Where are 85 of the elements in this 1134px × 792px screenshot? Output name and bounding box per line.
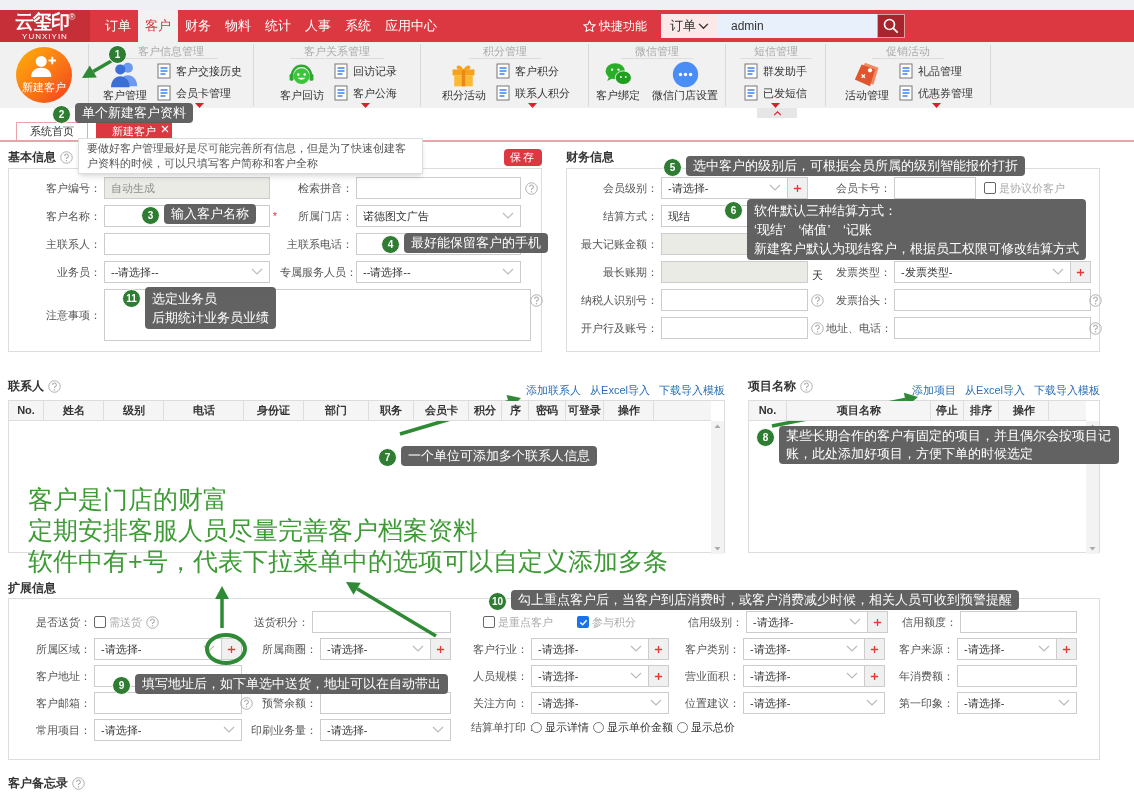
section-title: 基本信息 (8, 149, 56, 166)
annotation-tooltip: 一个单位可添加多个联系人信息 (401, 446, 597, 466)
field-label: 结算单打印： (471, 720, 531, 735)
annotation-tooltip: 填写地址后，如下单选中送货，地址可以在自动带出 (135, 674, 448, 694)
field-label: 位置建议： (684, 695, 741, 711)
required-mark: * (272, 208, 278, 224)
section-title: 联系人 (8, 378, 44, 395)
group-title: 客户关系管理 (290, 45, 384, 59)
note-text: 客户是门店的财富 (28, 484, 229, 515)
tooltip-line: 选定业务员 (152, 290, 218, 308)
step-badge: 5 (663, 158, 682, 177)
field-label: 会员卡号： (835, 180, 892, 196)
field-label: 是否送货： (35, 614, 92, 630)
field-label: 检索拼音： (297, 180, 354, 196)
tooltip-line: 软件默认三种结算方式： (754, 202, 898, 220)
section-title: 客户备忘录 (8, 775, 68, 792)
tooltip-line: ‘现结’ ‘储值’ ‘记账 (754, 221, 873, 239)
field-label: 年消费额： (898, 668, 955, 684)
field-label: 客户类别： (684, 641, 741, 657)
annotation-tooltip: 某些长期合作的客户有固定的项目，并且偶尔会按项目记账，此处添加好项目，方便下单的时候选定 (779, 426, 1119, 464)
registered-mark: ® (68, 11, 76, 22)
field-label: 最大记账金额： (580, 236, 659, 252)
tooltip: 要做好客户管理最好是尽可能完善所有信息，但是为了快速创建客户资料的时候，可以只填写客户简称和客户全称 (78, 138, 423, 174)
radio-label: 显示单价金额 (607, 720, 673, 735)
annotation-tooltip: 勾上重点客户后，当客户到店消费时，或客户消费减少时候，相关人员可收到预警提醒 (511, 590, 1019, 610)
step-badge: 7 (378, 448, 397, 467)
field-label: 所属区域： (35, 641, 92, 657)
radio-label: 显示总价 (691, 720, 735, 735)
field-label: 信用级别： (687, 614, 744, 630)
field-label: 发票抬头： (835, 292, 892, 308)
field-label: 客户名称： (45, 208, 102, 224)
field-label: 所属商圈： (261, 641, 318, 657)
field-label: 信用额度： (901, 614, 958, 630)
field-label: 纳税人识别号： (580, 292, 659, 308)
annotation-tooltip: 最好能保留客户的手机 (404, 233, 548, 253)
note-text: 软件中有+号，代表下拉菜单中的选项可以自定义添加多条 (28, 546, 668, 577)
field-label: 业务员： (56, 264, 102, 280)
section-title: 财务信息 (566, 149, 614, 166)
checkbox-label: 需送货 (109, 614, 142, 630)
group-title: 积分管理 (468, 45, 541, 59)
field-label: 第一印象： (898, 695, 955, 711)
group-title: 短信管理 (739, 45, 812, 59)
annotation-tooltip: 单个新建客户资料 (75, 103, 193, 123)
step-badge: 8 (756, 428, 775, 447)
field-label: 客户行业： (472, 641, 529, 657)
field-label: 会员级别： (602, 180, 659, 196)
unit-label: 天 (811, 267, 823, 283)
field-label: 人员规模： (472, 668, 529, 684)
checkbox-label: 参与积分 (592, 614, 636, 630)
logo-subtitle: YUNXIYIN (22, 31, 68, 41)
step-badge: 10 (488, 592, 507, 611)
section-title: 项目名称 (748, 378, 796, 395)
field-label: 印刷业务量： (250, 722, 318, 738)
field-label: 开户行及账号： (580, 320, 659, 336)
section-title: 扩展信息 (8, 580, 56, 597)
field-label: 主联系电话： (286, 236, 354, 252)
field-label: 注意事项： (45, 307, 102, 323)
annotation-tooltip: 输入客户名称 (164, 204, 256, 224)
field-label: 结算方式： (602, 208, 659, 224)
tooltip-line: 后期统计业务员业绩 (152, 309, 269, 327)
field-label: 营业面积： (684, 668, 741, 684)
field-label: 预警余额： (261, 695, 318, 711)
checkbox-label: 是协议价客户 (999, 180, 1065, 196)
field-label: 专属服务人员： (280, 264, 356, 280)
field-label: 常用项目： (35, 722, 92, 738)
field-label: 地址、电话： (826, 320, 893, 336)
radio-label: 显示详情 (545, 720, 589, 735)
field-label: 最长账期： (602, 264, 659, 280)
group-title: 促销活动 (872, 45, 944, 59)
field-label: 所属门店： (297, 208, 354, 224)
field-label: 主联系人： (45, 236, 102, 252)
logo-text: 云玺印 (14, 11, 69, 32)
checkbox-label: 是重点客户 (498, 614, 553, 630)
group-title: 微信管理 (621, 45, 693, 59)
field-label: 发票类型： (835, 264, 892, 280)
field-label: 客户地址： (35, 668, 92, 684)
field-label: 关注方向： (472, 695, 529, 711)
field-label: 客户邮箱： (35, 695, 92, 711)
field-label: 客户编号： (45, 180, 102, 196)
annotation-tooltip: 选中客户的级别后，可根据会员所属的级别智能报价打折 (686, 156, 1025, 176)
field-label: 客户来源： (898, 641, 955, 657)
note-text: 定期安排客服人员尽量完善客户档案资料 (28, 515, 479, 546)
step-badge: 11 (122, 289, 141, 308)
field-label: 送货积分： (253, 614, 310, 630)
tooltip-line: 新建客户默认为现结客户，根据员工权限可修改结算方式 (754, 240, 1079, 258)
